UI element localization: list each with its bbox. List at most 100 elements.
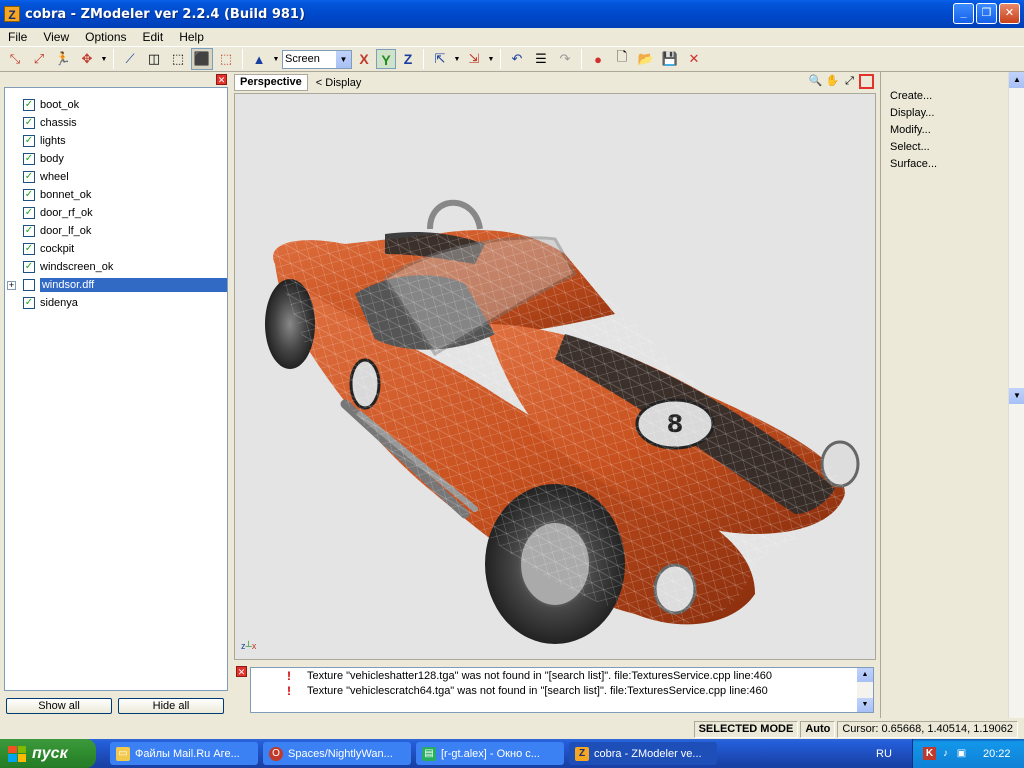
right-scrollbar[interactable]: ▲ ▼ (1008, 72, 1024, 718)
vertex-mode-icon[interactable]: ⟋ (119, 48, 141, 70)
import-icon[interactable]: ⇱ (429, 48, 451, 70)
show-all-button[interactable]: Show all (6, 698, 112, 714)
close-icon[interactable]: ✕ (236, 666, 247, 677)
start-button[interactable]: пуск (0, 739, 96, 768)
checkbox[interactable]: ✓ (23, 153, 35, 165)
scroll-up-icon[interactable]: ▲ (857, 668, 873, 682)
chevron-down-icon[interactable]: ▼ (487, 48, 495, 70)
sound-icon[interactable]: ♪ (939, 747, 952, 760)
chevron-down-icon[interactable]: ▼ (100, 48, 108, 70)
walk-icon[interactable]: 🏃 (52, 48, 74, 70)
menu-options[interactable]: Options (77, 30, 134, 44)
scroll-down-icon[interactable]: ▼ (857, 698, 873, 712)
undo-icon[interactable]: ↶ (506, 48, 528, 70)
modify-menu[interactable]: Modify... (881, 122, 1007, 139)
scroll-up-icon[interactable]: ▲ (1009, 72, 1024, 88)
menu-help[interactable]: Help (171, 30, 212, 44)
checkbox[interactable]: ✓ (23, 171, 35, 183)
maximize-viewport-icon[interactable] (859, 74, 874, 89)
select-vertex-icon[interactable]: ⤡ (4, 48, 26, 70)
task-label: cobra - ZModeler ve... (594, 747, 702, 760)
pan-hand-icon[interactable]: ✋ (825, 74, 840, 89)
tree-item-lights[interactable]: ✓ lights (5, 132, 227, 150)
restore-button[interactable]: ❐ (976, 3, 997, 24)
log-scrollbar[interactable]: ▲ ▼ (857, 668, 873, 712)
export-icon[interactable]: ⇲ (463, 48, 485, 70)
kaspersky-icon[interactable]: K (923, 747, 936, 760)
face-mode-icon[interactable]: ◫ (143, 48, 165, 70)
display-menu-item[interactable]: Display... (881, 105, 1007, 122)
pyramid-icon[interactable]: ▲ (248, 48, 270, 70)
new-file-icon[interactable]: 🗋 (611, 48, 633, 70)
task-label: Spaces/NightlyWan... (288, 747, 393, 760)
checkbox[interactable]: ✓ (23, 207, 35, 219)
checkbox[interactable]: ✓ (23, 99, 35, 111)
chevron-down-icon[interactable]: ▼ (453, 48, 461, 70)
axis-z-button[interactable]: Z (398, 49, 418, 69)
zmodeler-icon: Z (575, 746, 589, 761)
scroll-thumb-icon[interactable]: ▼ (1009, 388, 1024, 404)
task-opera[interactable]: O Spaces/NightlyWan... (263, 742, 411, 765)
tree-item-bonnet-ok[interactable]: ✓ bonnet_ok (5, 186, 227, 204)
view-select[interactable]: Screen ▼ (282, 49, 352, 69)
axis-y-button[interactable]: Y (376, 49, 396, 69)
close-file-icon[interactable]: ✕ (683, 48, 705, 70)
menu-view[interactable]: View (35, 30, 77, 44)
tree-item-cockpit[interactable]: ✓ cockpit (5, 240, 227, 258)
clock[interactable]: 20:22 (983, 748, 1011, 760)
hide-all-button[interactable]: Hide all (118, 698, 224, 714)
tree-item-door-rf-ok[interactable]: ✓ door_rf_ok (5, 204, 227, 222)
redo-icon[interactable]: ↷ (554, 48, 576, 70)
cube-mode-icon[interactable]: ⬛ (191, 48, 213, 70)
viewport-3d[interactable]: 8 z┴x (234, 93, 876, 660)
box-mode-icon[interactable]: ⬚ (215, 48, 237, 70)
history-icon[interactable]: ☰ (530, 48, 552, 70)
save-icon[interactable]: 💾 (659, 48, 681, 70)
menu-file[interactable]: File (0, 30, 35, 44)
close-button[interactable]: ✕ (999, 3, 1020, 24)
chat-icon: ▤ (422, 746, 436, 761)
menu-edit[interactable]: Edit (135, 30, 172, 44)
expand-icon[interactable]: + (7, 280, 16, 290)
object-mode-icon[interactable]: ⬚ (167, 48, 189, 70)
language-indicator[interactable]: RU (876, 748, 892, 760)
task-zmodeler[interactable]: Zcobra - ZModeler ve... (569, 742, 717, 765)
tree-item-windscreen-ok[interactable]: ✓ windscreen_ok (5, 258, 227, 276)
checkbox[interactable]: ✓ (23, 117, 35, 129)
checkbox[interactable]: ✓ (23, 243, 35, 255)
task-chat[interactable]: ▤ [r-gt.alex] - Окно с... (416, 742, 564, 765)
auto-indicator[interactable]: Auto (800, 721, 836, 738)
checkbox[interactable]: ✓ (23, 261, 35, 273)
create-menu[interactable]: Create... (881, 88, 1007, 105)
chevron-down-icon[interactable]: ▼ (272, 48, 280, 70)
tree-item-sidenya[interactable]: ✓ sidenya (5, 294, 227, 312)
checkbox[interactable]: ✓ (23, 297, 35, 309)
tree-item-chassis[interactable]: ✓ chassis (5, 114, 227, 132)
checkbox[interactable] (23, 279, 35, 291)
display-menu[interactable]: < Display (316, 77, 362, 89)
zoom-extents-icon[interactable]: ⤢ (842, 74, 857, 89)
tree-item-wheel[interactable]: ✓ wheel (5, 168, 227, 186)
task-mail-ru[interactable]: ▭ Файлы Mail.Ru Аге... (110, 742, 258, 765)
log-entry: ! Texture "vehicleshatter128.tga" was not… (251, 668, 873, 683)
select-object-icon[interactable]: ✥ (76, 48, 98, 70)
checkbox[interactable]: ✓ (23, 225, 35, 237)
network-icon[interactable]: ▣ (955, 747, 968, 760)
axis-x-button[interactable]: X (354, 49, 374, 69)
minimize-button[interactable]: _ (953, 3, 974, 24)
select-edge-icon[interactable]: ⤢ (28, 48, 50, 70)
select-menu[interactable]: Select... (881, 139, 1007, 156)
tree-item-door-lf-ok[interactable]: ✓ door_lf_ok (5, 222, 227, 240)
surface-menu[interactable]: Surface... (881, 156, 1007, 173)
checkbox[interactable]: ✓ (23, 135, 35, 147)
tree-item-windsor-dff[interactable]: + windsor.dff (5, 276, 227, 294)
tab-perspective[interactable]: Perspective (234, 74, 308, 91)
open-folder-icon[interactable]: 📂 (635, 48, 657, 70)
close-icon[interactable]: ✕ (216, 74, 227, 85)
checkbox[interactable]: ✓ (23, 189, 35, 201)
record-icon[interactable]: ● (587, 48, 609, 70)
tree-item-boot-ok[interactable]: ✓ boot_ok (5, 96, 227, 114)
zoom-icon[interactable]: 🔍 (808, 74, 823, 89)
tree-item-body[interactable]: ✓ body (5, 150, 227, 168)
viewport-header: Perspective < Display 🔍 ✋ ⤢ (234, 73, 876, 92)
